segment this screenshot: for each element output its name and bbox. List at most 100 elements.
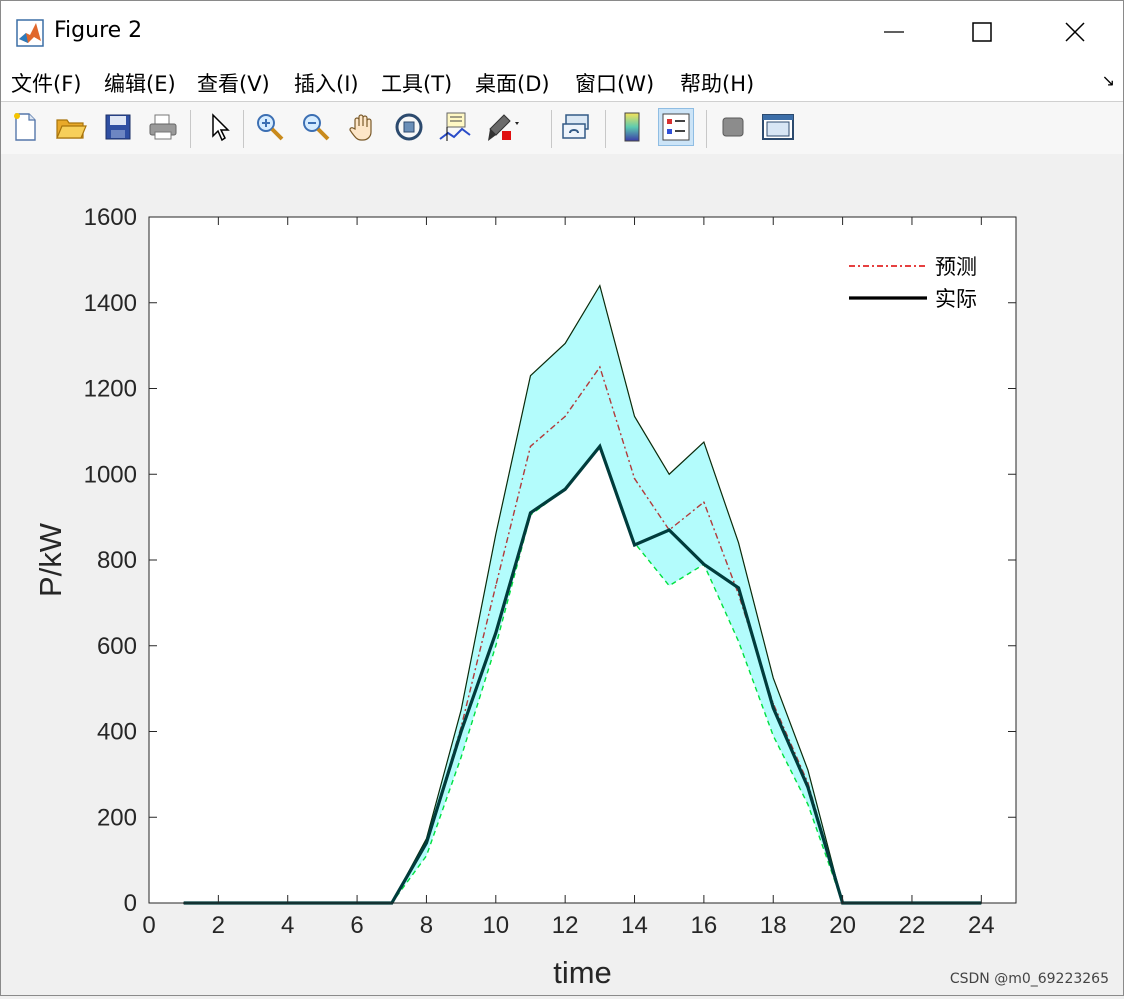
print-icon	[149, 114, 177, 140]
x-tick-label: 2	[212, 912, 225, 939]
menu-tools[interactable]: 工具(T)	[381, 68, 452, 98]
rotate-3d-icon	[395, 113, 423, 141]
x-tick-label: 18	[760, 912, 787, 939]
hide-plot-tools-icon	[722, 117, 744, 137]
toolbar-separator	[706, 110, 707, 148]
link-plot-button[interactable]	[559, 108, 595, 146]
menu-insert[interactable]: 插入(I)	[294, 68, 359, 98]
x-tick-label: 22	[899, 912, 926, 939]
dock-arrow-icon[interactable]: ↘	[1102, 71, 1115, 90]
data-point-0	[564, 415, 566, 418]
menu-bar: 文件(F) 编辑(E) 查看(V) 插入(I) 工具(T) 桌面(D) 窗口(W…	[1, 61, 1123, 101]
maximize-icon	[972, 22, 992, 42]
data-point-1	[703, 563, 705, 566]
data-point-1	[772, 707, 775, 709]
menu-desktop[interactable]: 桌面(D)	[475, 68, 550, 98]
data-point-1	[564, 488, 566, 491]
figure-toolbar	[1, 101, 1123, 155]
x-tick-label: 20	[829, 912, 856, 939]
x-tick-label: 4	[281, 912, 294, 939]
print-button[interactable]	[145, 108, 181, 146]
x-tick-label: 8	[420, 912, 433, 939]
show-plot-tools-icon	[762, 114, 794, 140]
data-point-1	[633, 544, 636, 546]
hide-plot-tools-button[interactable]	[715, 108, 751, 146]
zoom-out-button[interactable]	[298, 108, 334, 146]
data-point-0	[599, 366, 601, 368]
x-tick-label: 16	[691, 912, 718, 939]
menu-file[interactable]: 文件(F)	[11, 68, 81, 98]
data-point-1	[460, 730, 462, 733]
open-file-button[interactable]	[53, 108, 89, 146]
y-tick-label: 1400	[84, 290, 137, 317]
x-tick-label: 6	[350, 912, 363, 939]
title-bar[interactable]: Figure 2	[1, 1, 1123, 61]
y-tick-label: 1600	[84, 204, 137, 231]
legend-label: 实际	[935, 288, 977, 311]
show-plot-tools-button[interactable]	[760, 108, 796, 146]
toolbar-separator	[551, 110, 552, 148]
toolbar-separator	[243, 110, 244, 148]
pan-button[interactable]	[345, 108, 381, 146]
y-tick-label: 1200	[84, 376, 137, 403]
edit-plot-button[interactable]	[201, 108, 237, 146]
new-figure-button[interactable]	[7, 108, 43, 146]
save-button[interactable]	[100, 108, 136, 146]
x-tick-label: 10	[482, 912, 509, 939]
save-icon	[105, 114, 131, 140]
x-tick-label: 14	[621, 912, 648, 939]
toolbar-separator	[605, 110, 606, 148]
maximize-button[interactable]	[959, 11, 1005, 53]
data-point-0	[703, 501, 705, 503]
y-tick-label: 0	[124, 890, 137, 917]
legend-button[interactable]	[658, 108, 694, 146]
data-point-0	[633, 477, 636, 480]
data-point-1	[495, 632, 497, 634]
minimize-button[interactable]	[871, 11, 917, 53]
data-point-1	[599, 445, 601, 448]
brush-button[interactable]	[484, 108, 520, 146]
pan-hand-icon	[349, 114, 372, 141]
y-tick-label: 200	[97, 804, 137, 831]
menu-help[interactable]: 帮助(H)	[680, 68, 754, 98]
menu-window[interactable]: 窗口(W)	[575, 68, 654, 98]
matlab-logo-icon	[16, 19, 44, 47]
window-title: Figure 2	[54, 18, 143, 43]
y-tick-label: 400	[97, 719, 137, 746]
data-point-0	[495, 584, 497, 587]
data-point-1	[737, 587, 740, 589]
data-cursor-button[interactable]	[437, 108, 473, 146]
colorbar-button[interactable]	[614, 108, 650, 146]
menu-view[interactable]: 查看(V)	[197, 68, 270, 98]
data-cursor-icon	[439, 112, 471, 141]
rotate-3d-button[interactable]	[391, 108, 427, 146]
close-icon	[1065, 22, 1085, 42]
zoom-in-icon	[257, 114, 284, 141]
figure-window: Figure 2 文件(F) 编辑(E) 查看(V) 插入(I) 工具(T) 桌…	[0, 0, 1124, 996]
y-tick-label: 1000	[84, 461, 137, 488]
data-point-1	[529, 512, 532, 514]
figure-area: 0 2 4 6 8 10 12 14 16 18 20 22 24 0 200 400 600 800 1000 12…	[1, 154, 1123, 995]
minimize-icon	[884, 31, 904, 33]
brush-icon	[488, 114, 519, 141]
y-tick-label: 800	[97, 547, 137, 574]
colorbar-icon	[624, 112, 640, 142]
zoom-out-icon	[303, 114, 330, 141]
x-tick-label: 24	[968, 912, 995, 939]
x-axis-label: time	[553, 955, 612, 990]
legend-label: 预测	[935, 256, 977, 279]
data-point-1	[807, 786, 809, 789]
menu-edit[interactable]: 编辑(E)	[104, 68, 176, 98]
y-tick-label: 600	[97, 633, 137, 660]
open-file-icon	[56, 119, 87, 139]
data-point-1	[425, 842, 428, 844]
zoom-in-button[interactable]	[252, 108, 288, 146]
close-button[interactable]	[1052, 11, 1098, 53]
legend-icon	[662, 113, 690, 141]
data-point-1	[668, 529, 670, 531]
link-plot-icon	[562, 114, 589, 139]
x-tick-label: 12	[552, 912, 579, 939]
x-tick-label: 0	[142, 912, 155, 939]
new-figure-icon	[14, 113, 36, 141]
edit-plot-arrow-icon	[212, 113, 230, 142]
